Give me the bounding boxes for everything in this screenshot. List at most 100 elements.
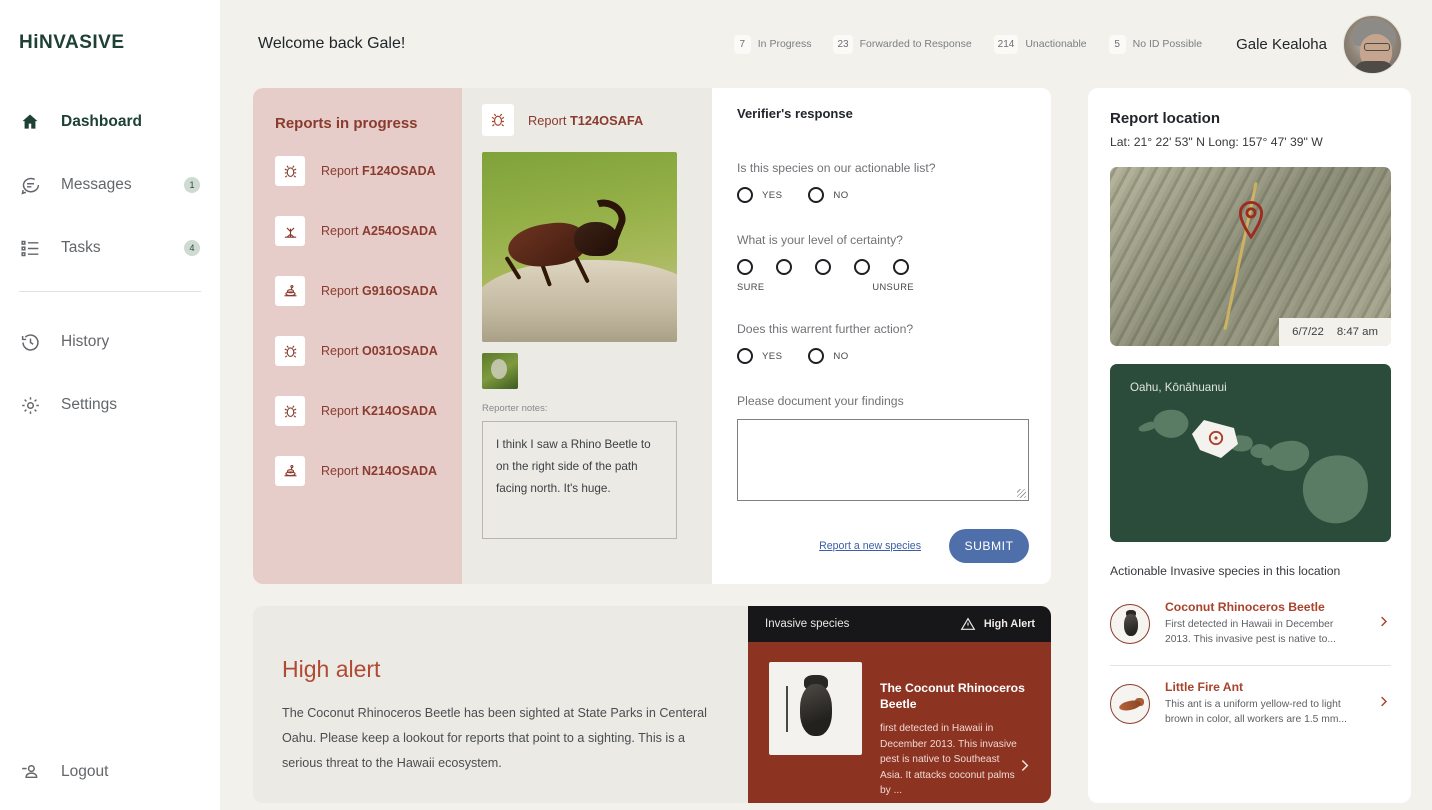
reports-panel-title: Reports in progress — [275, 115, 418, 132]
species-list-item[interactable]: Coconut Rhinoceros Beetle First detected… — [1110, 592, 1391, 659]
radio-action-yes[interactable] — [737, 348, 753, 364]
sidebar-label-settings: Settings — [61, 396, 118, 413]
status-count: 214 — [993, 34, 1019, 54]
radio-label-yes: YES — [762, 350, 783, 362]
radio-certainty-2[interactable] — [776, 259, 792, 275]
sidebar-item-dashboard[interactable]: Dashboard — [0, 102, 220, 142]
radio-actionable-yes[interactable] — [737, 187, 753, 203]
verifier-actions: Report a new species SUBMIT — [737, 529, 1029, 563]
status-count: 23 — [833, 34, 853, 54]
topbar: Welcome back Gale! 7 In Progress 23 Forw… — [220, 0, 1432, 88]
certainty-scale-labels: SURE UNSURE — [737, 282, 914, 292]
report-detail-panel: Report T124OSAFA Reporter notes: I think… — [462, 88, 712, 584]
sidebar-label-logout: Logout — [61, 763, 109, 780]
report-list-item[interactable]: Report A254OSADA — [275, 210, 462, 252]
sidebar-nav: Dashboard Messages 1 Tasks 4 History Set… — [0, 102, 220, 448]
report-list-item[interactable]: Report F124OSADA — [275, 150, 462, 192]
species-list-desc: First detected in Hawaii in December 201… — [1165, 619, 1336, 645]
brand-logo: HiNVASIVE — [19, 32, 125, 53]
radio-action-no[interactable] — [808, 348, 825, 364]
hawaii-islands-shape — [1138, 409, 1368, 524]
high-alert-badge-label: High Alert — [983, 618, 1035, 630]
radio-label-no: NO — [833, 189, 849, 201]
status-badge-in-progress[interactable]: 7 In Progress — [733, 34, 811, 54]
question-actionable-list: Is this species on our actionable list? … — [737, 161, 1029, 203]
species-list-text: Little Fire Ant This ant is a uniform ye… — [1165, 680, 1368, 727]
status-count: 7 — [733, 34, 751, 54]
sidebar-badge-tasks: 4 — [184, 240, 200, 256]
sidebar-item-history[interactable]: History — [0, 322, 220, 362]
report-photo-main[interactable] — [482, 152, 677, 342]
reporter-notes-label: Reporter notes: — [482, 403, 548, 414]
report-list-item[interactable]: Report O031OSADA — [275, 330, 462, 372]
tasks-icon — [17, 235, 43, 261]
radio-certainty-1[interactable] — [737, 259, 753, 275]
status-label: Forwarded to Response — [859, 38, 972, 50]
sidebar-label-messages: Messages — [61, 176, 132, 193]
invasive-species-card[interactable]: Invasive species High Alert The Coconut … — [748, 606, 1051, 803]
report-list-label: Report G916OSADA — [321, 284, 438, 298]
main-area: Welcome back Gale! 7 In Progress 23 Forw… — [220, 0, 1432, 810]
chevron-right-icon[interactable] — [1368, 614, 1391, 634]
submit-button[interactable]: SUBMIT — [949, 529, 1029, 563]
sidebar-item-messages[interactable]: Messages 1 — [0, 165, 220, 205]
species-list-divider — [1110, 665, 1391, 666]
report-new-species-link[interactable]: Report a new species — [819, 540, 921, 552]
question-further-action: Does this warrent further action? YES NO — [737, 322, 1029, 364]
radio-group-actionable: YES NO — [737, 187, 1029, 203]
map-timestamp: 6/7/22 8:47 am — [1279, 318, 1391, 346]
report-list-label: Report K214OSADA — [321, 404, 438, 418]
avatar[interactable] — [1343, 14, 1402, 74]
invasive-species-card-body: The Coconut Rhinoceros Beetle first dete… — [748, 642, 1051, 803]
left-column: Reports in progress Report F124OSADA Rep… — [253, 88, 1051, 803]
resize-handle-icon[interactable] — [1017, 489, 1026, 498]
topographic-map[interactable]: 6/7/22 8:47 am — [1110, 167, 1391, 346]
report-list-item[interactable]: Report K214OSADA — [275, 390, 462, 432]
map-pin-icon[interactable] — [1236, 197, 1266, 244]
radio-certainty-3[interactable] — [815, 259, 831, 275]
verifier-response-panel: Verifier's response Is this species on o… — [712, 88, 1051, 584]
chevron-right-icon[interactable] — [1368, 694, 1391, 714]
species-info: The Coconut Rhinoceros Beetle first dete… — [880, 662, 1037, 803]
beetle-icon — [1110, 603, 1150, 644]
report-detail-header: Report T124OSAFA — [482, 104, 692, 136]
sidebar-item-logout[interactable]: Logout — [0, 752, 220, 792]
welcome-message: Welcome back Gale! — [258, 35, 406, 52]
radio-certainty-5[interactable] — [893, 259, 909, 275]
hawaii-island-map[interactable]: Oahu, Kōnāhuanui — [1110, 364, 1391, 542]
question-label: Does this warrent further action? — [737, 322, 914, 336]
report-list-label: Report O031OSADA — [321, 344, 438, 358]
sidebar-item-tasks[interactable]: Tasks 4 — [0, 228, 220, 268]
certainty-label-unsure: UNSURE — [872, 282, 914, 292]
species-title: The Coconut Rhinoceros Beetle — [880, 681, 1025, 711]
sidebar-label-dashboard: Dashboard — [61, 113, 142, 130]
report-photo-thumbnail[interactable] — [482, 353, 518, 389]
warning-triangle-icon — [960, 617, 976, 630]
sidebar-item-settings[interactable]: Settings — [0, 385, 220, 425]
invasive-species-card-header: Invasive species High Alert — [748, 606, 1051, 642]
report-coordinates: Lat: 21° 22' 53" N Long: 157° 47' 39" W — [1110, 135, 1323, 149]
app-root: HiNVASIVE Dashboard Messages 1 Tasks 4 H… — [0, 0, 1432, 810]
report-list-item[interactable]: Report G916OSADA — [275, 270, 462, 312]
report-workspace-card: Reports in progress Report F124OSADA Rep… — [253, 88, 1051, 584]
radio-certainty-4[interactable] — [854, 259, 870, 275]
findings-textarea[interactable] — [737, 419, 1029, 501]
status-badge-no-id[interactable]: 5 No ID Possible — [1108, 34, 1202, 54]
map-time: 8:47 am — [1336, 326, 1378, 338]
logout-icon — [17, 759, 43, 785]
status-badge-forwarded[interactable]: 23 Forwarded to Response — [833, 34, 972, 54]
snail-icon — [275, 276, 305, 306]
snail-icon — [275, 456, 305, 486]
report-list-item[interactable]: Report N214OSADA — [275, 450, 462, 492]
species-photo — [769, 662, 862, 755]
report-list-label: Report F124OSADA — [321, 164, 436, 178]
reports-in-progress-panel: Reports in progress Report F124OSADA Rep… — [253, 88, 462, 584]
status-badge-unactionable[interactable]: 214 Unactionable — [993, 34, 1087, 54]
sidebar-badge-messages: 1 — [184, 177, 200, 193]
high-alert-badge: High Alert — [960, 616, 1035, 632]
species-list-item[interactable]: Little Fire Ant This ant is a uniform ye… — [1110, 672, 1391, 739]
verifier-title: Verifier's response — [737, 106, 853, 121]
user-menu[interactable]: Gale Kealoha — [1236, 14, 1402, 74]
radio-actionable-no[interactable] — [808, 187, 825, 203]
chevron-right-icon[interactable] — [1016, 757, 1033, 779]
